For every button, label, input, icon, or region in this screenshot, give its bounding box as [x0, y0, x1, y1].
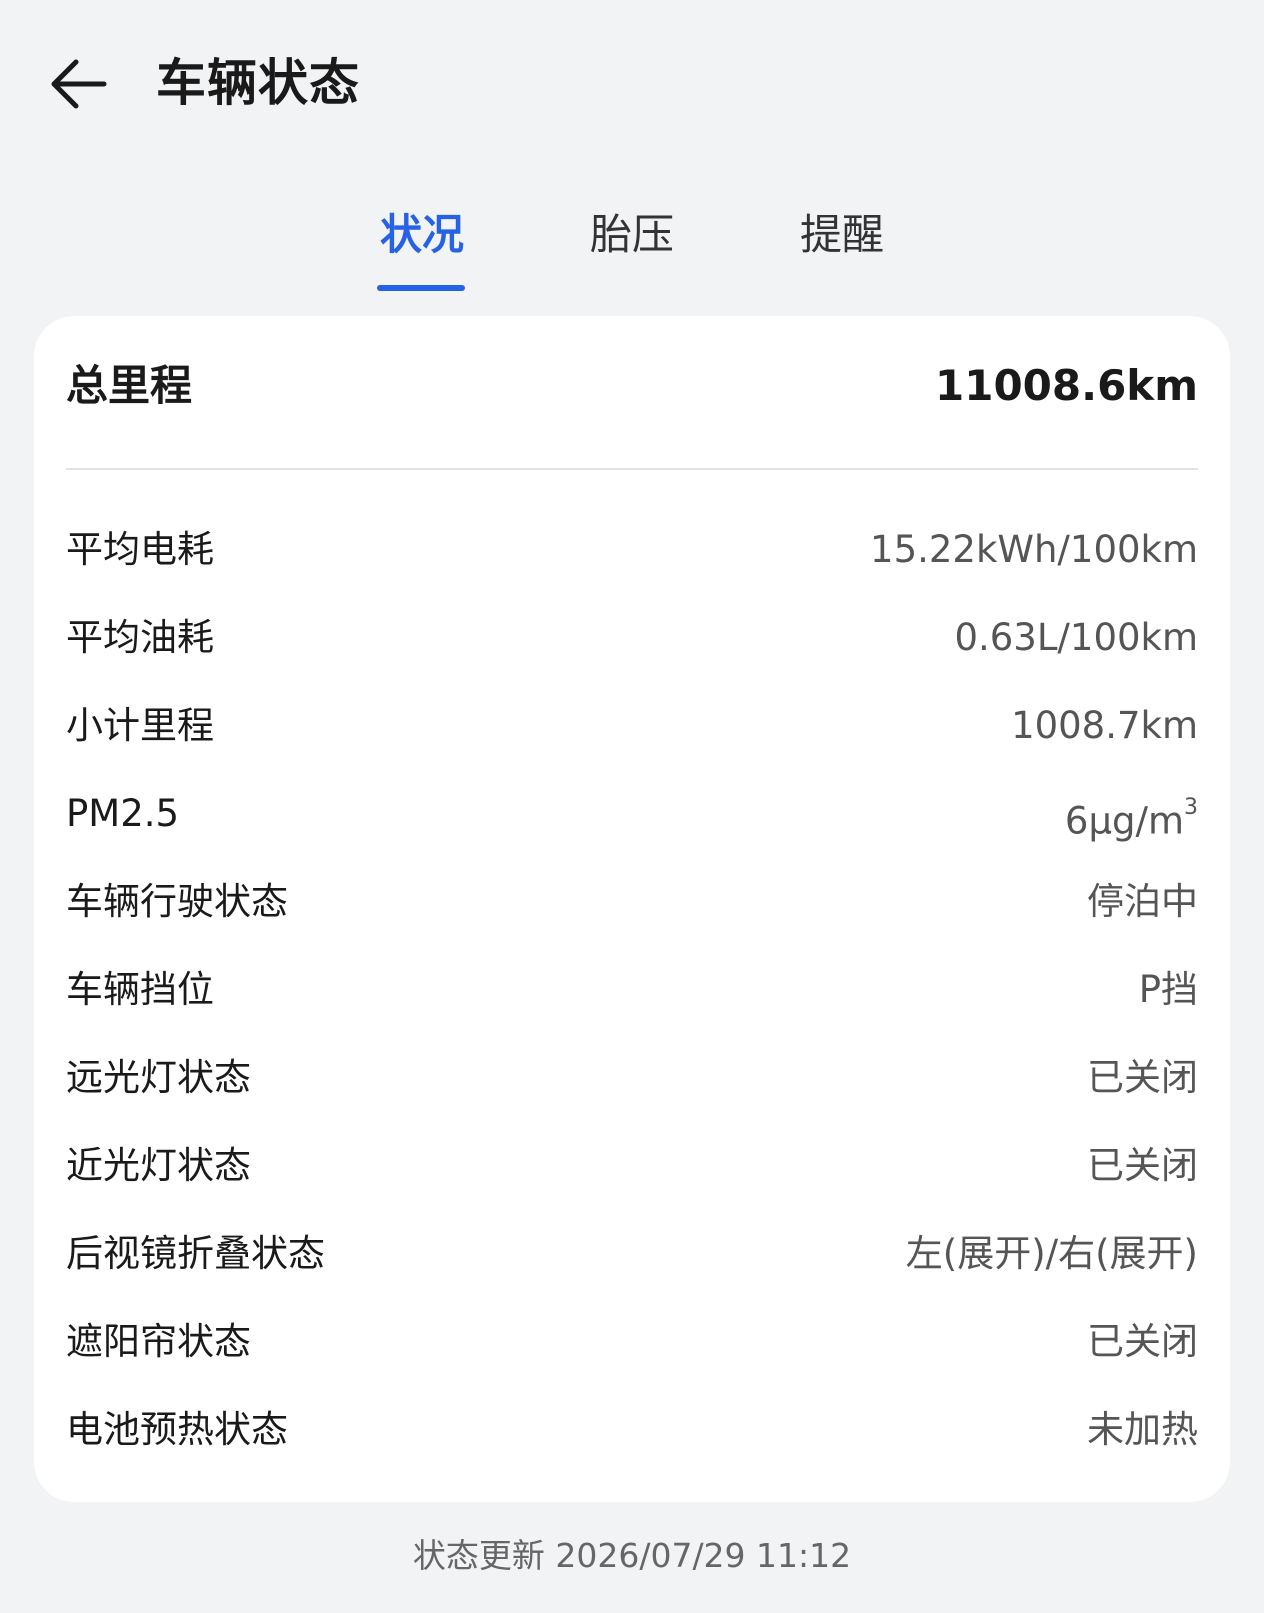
status-row-trip-mileage: 小计里程 1008.7km — [66, 682, 1198, 770]
total-mileage-row: 总里程 11008.6km — [66, 346, 1198, 426]
status-row-gear: 车辆挡位 P挡 — [66, 946, 1198, 1034]
row-value: 已关闭 — [1087, 1320, 1198, 1363]
status-update-time: 状态更新 2026/07/29 11:12 — [412, 1536, 852, 1575]
status-row-low-beam: 近光灯状态 已关闭 — [66, 1122, 1198, 1210]
status-card: 总里程 11008.6km 平均电耗 15.22kWh/100km 平均油耗 0… — [34, 316, 1230, 1502]
row-label: 平均油耗 — [66, 616, 214, 659]
row-label: 车辆挡位 — [66, 968, 214, 1011]
row-value: 左(展开)/右(展开) — [905, 1232, 1198, 1275]
status-row-avg-fuel: 平均油耗 0.63L/100km — [66, 594, 1198, 682]
header: 车辆状态 — [0, 0, 1264, 170]
status-row-sunshade: 遮阳帘状态 已关闭 — [66, 1298, 1198, 1386]
row-label: PM2.5 — [66, 792, 180, 835]
total-mileage-label: 总里程 — [66, 361, 193, 410]
row-value: 已关闭 — [1087, 1144, 1198, 1187]
arrow-left-icon — [51, 59, 107, 109]
active-tab-indicator — [377, 285, 465, 291]
row-label: 平均电耗 — [66, 528, 214, 571]
row-value: 0.63L/100km — [954, 616, 1198, 659]
row-label: 遮阳帘状态 — [66, 1320, 251, 1363]
tab-tire-pressure[interactable]: 胎压 — [587, 200, 677, 270]
row-value: 15.22kWh/100km — [870, 528, 1198, 571]
tab-bar: 状况 胎压 提醒 — [0, 200, 1264, 300]
status-row-avg-power: 平均电耗 15.22kWh/100km — [66, 506, 1198, 594]
row-value: 6μg/m3 — [1065, 770, 1198, 865]
row-value: 未加热 — [1087, 1408, 1198, 1451]
row-label: 小计里程 — [66, 704, 214, 747]
row-value: 停泊中 — [1087, 880, 1198, 923]
row-label: 车辆行驶状态 — [66, 880, 288, 923]
row-label: 近光灯状态 — [66, 1144, 251, 1187]
tab-reminders[interactable]: 提醒 — [797, 200, 887, 270]
row-label: 后视镜折叠状态 — [66, 1232, 325, 1275]
status-row-high-beam: 远光灯状态 已关闭 — [66, 1034, 1198, 1122]
divider — [66, 468, 1198, 470]
row-label: 远光灯状态 — [66, 1056, 251, 1099]
status-list: 平均电耗 15.22kWh/100km 平均油耗 0.63L/100km 小计里… — [66, 506, 1198, 1474]
row-value: P挡 — [1138, 968, 1198, 1011]
status-row-driving-state: 车辆行驶状态 停泊中 — [66, 858, 1198, 946]
status-row-battery-preheat: 电池预热状态 未加热 — [66, 1386, 1198, 1474]
row-value: 已关闭 — [1087, 1056, 1198, 1099]
tab-status[interactable]: 状况 — [377, 200, 467, 270]
status-row-pm25: PM2.5 6μg/m3 — [66, 770, 1198, 858]
total-mileage-value: 11008.6km — [935, 361, 1198, 410]
page-title: 车辆状态 — [156, 54, 360, 112]
status-row-mirror-fold: 后视镜折叠状态 左(展开)/右(展开) — [66, 1210, 1198, 1298]
row-value: 1008.7km — [1011, 704, 1198, 747]
back-button[interactable] — [44, 52, 114, 116]
pm25-value-text: 6μg/m — [1064, 799, 1184, 843]
pm25-unit-superscript: 3 — [1184, 795, 1198, 820]
row-label: 电池预热状态 — [66, 1408, 288, 1451]
